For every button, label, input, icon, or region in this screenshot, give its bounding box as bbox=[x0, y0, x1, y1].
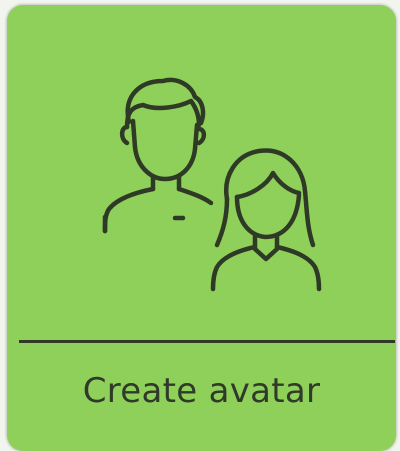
woman-figure bbox=[210, 148, 322, 292]
create-avatar-label: Create avatar bbox=[82, 371, 321, 411]
divider bbox=[19, 340, 395, 343]
create-avatar-card[interactable]: Create avatar bbox=[7, 5, 396, 451]
man-figure bbox=[102, 77, 214, 234]
people-icon bbox=[102, 77, 322, 292]
